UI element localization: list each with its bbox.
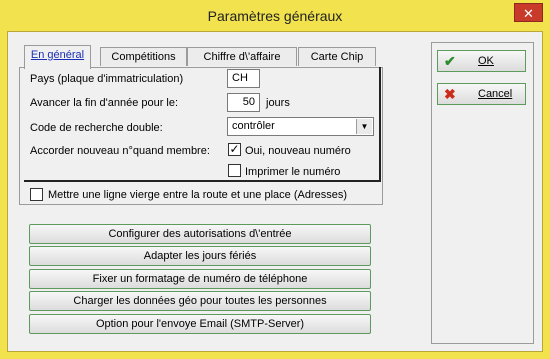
ok-label: OK	[478, 55, 494, 67]
print-number-checkbox[interactable]	[228, 164, 241, 177]
phone-format-button[interactable]: Fixer un formatage de numéro de téléphon…	[29, 269, 371, 289]
ok-button[interactable]: ✔ OK	[437, 50, 526, 72]
check-icon: ✔	[444, 53, 456, 69]
country-label: Pays (plaque d'immatriculation)	[30, 73, 184, 85]
title-bar: Paramètres généraux ✕	[0, 0, 550, 32]
country-field[interactable]: CH	[227, 69, 260, 88]
dup-search-value: contrôler	[232, 120, 275, 132]
year-end-label: Avancer la fin d'année pour le:	[30, 97, 179, 109]
dup-search-label: Code de recherche double:	[30, 122, 163, 134]
tab-revenue[interactable]: Chiffre d\'affaire	[187, 47, 297, 66]
configure-access-button[interactable]: Configurer des autorisations d\'entrée	[29, 224, 371, 244]
blank-line-label: Mettre une ligne vierge entre la route e…	[48, 189, 347, 201]
email-smtp-button[interactable]: Option pour l'envoye Email (SMTP-Server)	[29, 314, 371, 334]
close-icon: ✕	[523, 6, 534, 21]
chevron-down-icon[interactable]: ▼	[356, 119, 372, 134]
new-number-label: Accorder nouveau n°quand membre:	[30, 145, 210, 157]
checkmark-icon: ✓	[229, 142, 240, 156]
tab-chip-card[interactable]: Carte Chip	[298, 47, 376, 66]
load-geo-button[interactable]: Charger les données géo pour toutes les …	[29, 291, 371, 311]
year-end-field[interactable]: 50	[227, 93, 260, 112]
close-button[interactable]: ✕	[514, 3, 543, 22]
tab-competitions[interactable]: Compétitions	[100, 47, 187, 66]
year-end-unit: jours	[266, 97, 290, 109]
window-title: Paramètres généraux	[207, 8, 343, 24]
settings-window: Paramètres généraux ✕ En général Compéti…	[0, 0, 550, 359]
adapt-holidays-button[interactable]: Adapter les jours fériés	[29, 246, 371, 266]
x-icon: ✖	[444, 86, 456, 102]
cancel-label: Cancel	[478, 88, 513, 100]
cancel-button[interactable]: ✖ Cancel	[437, 83, 526, 105]
dup-search-select[interactable]: contrôler ▼	[227, 117, 374, 136]
new-number-option: Oui, nouveau numéro	[245, 145, 351, 157]
tab-general[interactable]: En général	[24, 45, 91, 69]
blank-line-checkbox[interactable]	[30, 188, 43, 201]
print-number-option: Imprimer le numéro	[245, 166, 341, 178]
new-number-checkbox[interactable]: ✓	[228, 143, 241, 156]
